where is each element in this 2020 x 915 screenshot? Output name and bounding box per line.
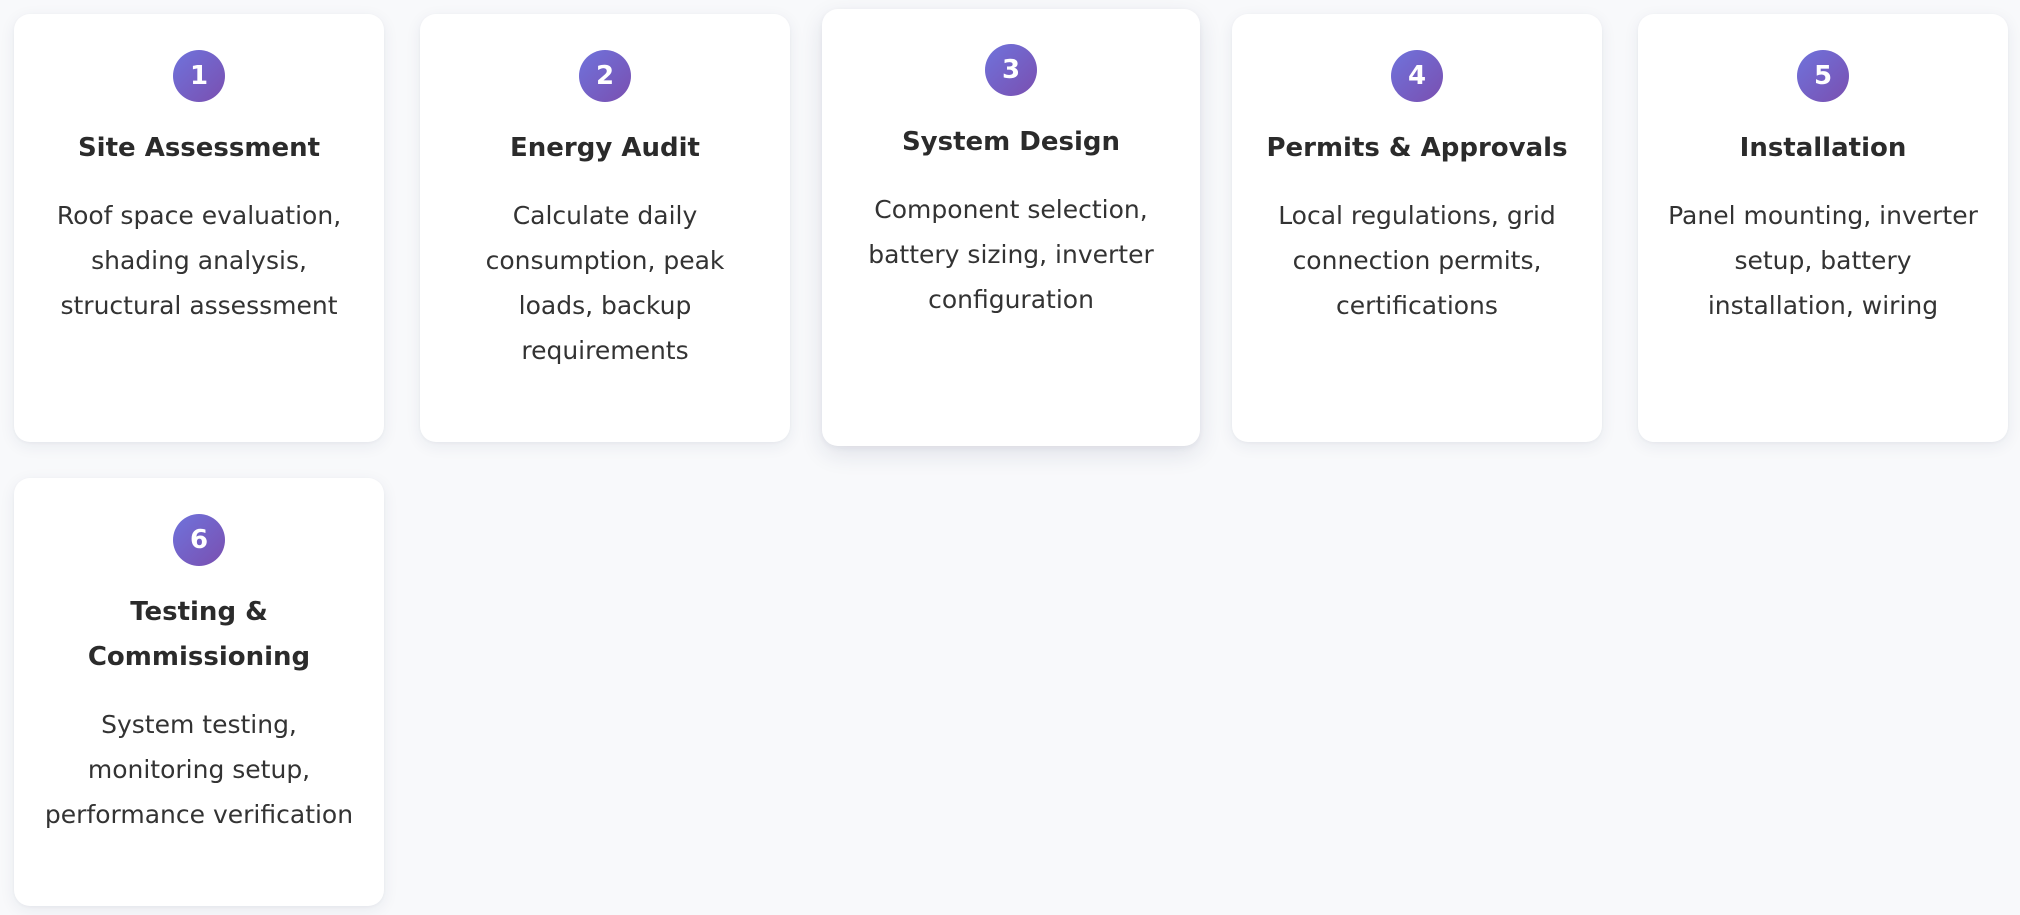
step-number-badge: 2 xyxy=(579,50,631,102)
step-card-testing-commissioning: 6 Testing & Commissioning System testing… xyxy=(14,478,384,906)
step-card-energy-audit: 2 Energy Audit Calculate daily consumpti… xyxy=(420,14,790,442)
step-card-site-assessment: 1 Site Assessment Roof space evaluation,… xyxy=(14,14,384,442)
step-number-badge: 1 xyxy=(173,50,225,102)
step-number-badge: 5 xyxy=(1797,50,1849,102)
step-description: Component selection, battery sizing, inv… xyxy=(868,195,1154,314)
step-title: Installation xyxy=(1739,133,1907,163)
step-title: Testing & Commissioning xyxy=(87,597,311,672)
step-description: Calculate daily consumption, peak loads,… xyxy=(485,201,725,365)
step-card-system-design: 3 System Design Component selection, bat… xyxy=(822,9,1200,446)
step-description: Roof space evaluation, shading analysis,… xyxy=(56,201,342,320)
process-steps-grid: 1 Site Assessment Roof space evaluation,… xyxy=(0,0,2020,915)
step-title: Site Assessment xyxy=(77,133,321,163)
step-description: Local regulations, grid connection permi… xyxy=(1278,201,1556,320)
step-title: Energy Audit xyxy=(510,133,700,163)
step-title: Permits & Approvals xyxy=(1266,133,1568,163)
step-card-installation: 5 Installation Panel mounting, inverter … xyxy=(1638,14,2008,442)
step-number-badge: 4 xyxy=(1391,50,1443,102)
step-card-permits-approvals: 4 Permits & Approvals Local regulations,… xyxy=(1232,14,1602,442)
step-number-badge: 3 xyxy=(985,44,1037,96)
step-description: Panel mounting, inverter setup, battery … xyxy=(1668,201,1978,320)
step-number-badge: 6 xyxy=(173,514,225,566)
step-title: System Design xyxy=(901,127,1121,157)
step-description: System testing, monitoring setup, perfor… xyxy=(44,710,354,829)
